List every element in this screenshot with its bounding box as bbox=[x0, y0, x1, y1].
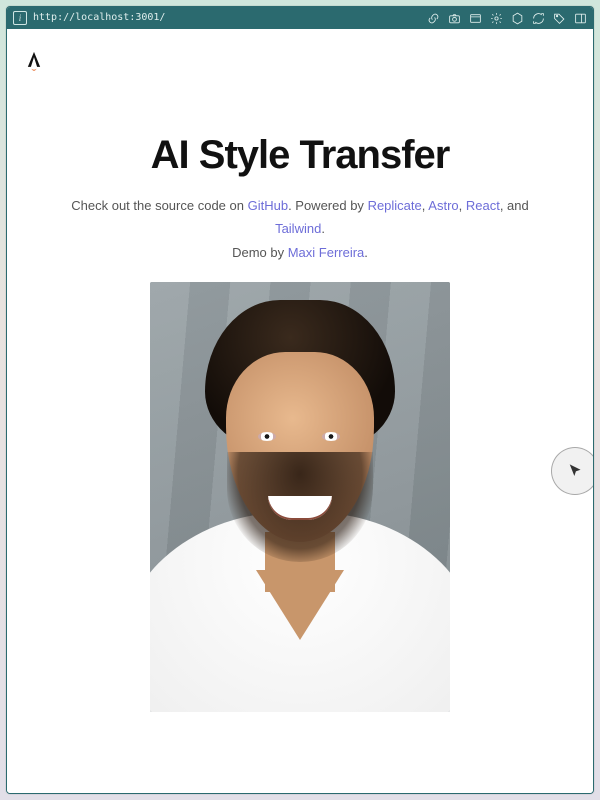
page-subtitle: Check out the source code on GitHub. Pow… bbox=[70, 194, 530, 264]
gear-icon[interactable] bbox=[490, 12, 503, 25]
page-viewport: AI Style Transfer Check out the source c… bbox=[7, 29, 593, 793]
camera-icon[interactable] bbox=[448, 12, 461, 25]
page-title: AI Style Transfer bbox=[21, 133, 579, 178]
floating-action-button[interactable] bbox=[551, 447, 594, 495]
astro-logo[interactable] bbox=[25, 51, 43, 73]
url-display[interactable]: http://localhost:3001/ bbox=[33, 13, 165, 23]
sync-icon[interactable] bbox=[532, 12, 545, 25]
app-window: i http://localhost:3001/ AI Style Transf… bbox=[6, 6, 594, 794]
link-astro[interactable]: Astro bbox=[428, 198, 458, 213]
info-icon[interactable]: i bbox=[13, 11, 27, 25]
hero-image bbox=[150, 282, 450, 712]
titlebar-icon-group bbox=[427, 12, 587, 25]
cursor-icon bbox=[567, 463, 583, 479]
window-icon[interactable] bbox=[469, 12, 482, 25]
subtitle-text: Check out the source code on bbox=[71, 198, 247, 213]
link-icon[interactable] bbox=[427, 12, 440, 25]
link-replicate[interactable]: Replicate bbox=[368, 198, 422, 213]
panel-icon[interactable] bbox=[574, 12, 587, 25]
link-tailwind[interactable]: Tailwind bbox=[275, 221, 321, 236]
link-author[interactable]: Maxi Ferreira bbox=[288, 245, 365, 260]
hex-icon[interactable] bbox=[511, 12, 524, 25]
browser-titlebar: i http://localhost:3001/ bbox=[7, 7, 593, 29]
link-react[interactable]: React bbox=[466, 198, 500, 213]
link-github[interactable]: GitHub bbox=[248, 198, 288, 213]
tag-icon[interactable] bbox=[553, 12, 566, 25]
